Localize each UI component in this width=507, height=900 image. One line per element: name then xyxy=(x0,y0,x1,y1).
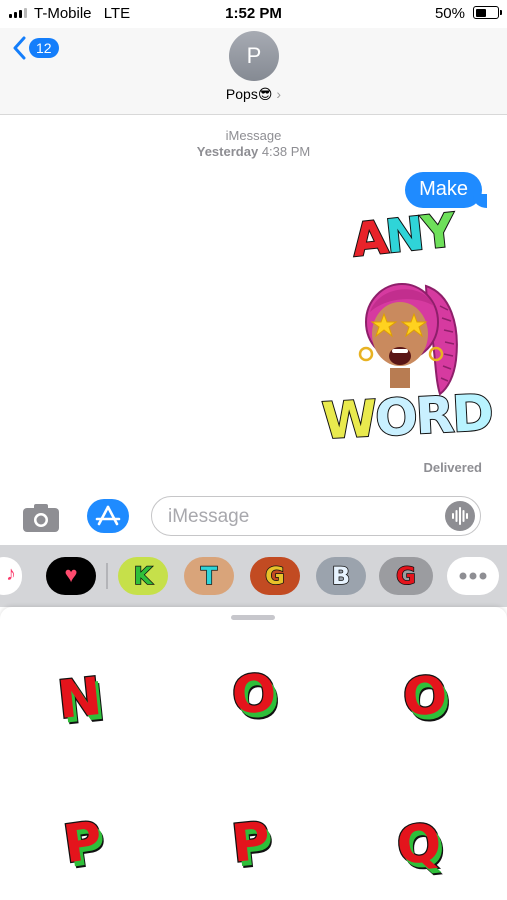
graffiti-letter: R xyxy=(413,385,455,447)
chevron-left-icon xyxy=(13,36,26,60)
message-input-placeholder: iMessage xyxy=(168,506,250,527)
message-input[interactable]: iMessage xyxy=(151,496,481,536)
audio-record-button[interactable] xyxy=(445,501,475,531)
battery-percent: 50% xyxy=(434,5,465,22)
more-apps-button[interactable] xyxy=(447,557,499,595)
waveform-icon xyxy=(452,507,468,525)
back-button[interactable]: 12 xyxy=(12,36,59,60)
date-label: Yesterday xyxy=(196,144,259,159)
sticker-word-text[interactable]: WORD xyxy=(320,383,495,452)
conversation-header: 12 P Pops😎 › xyxy=(0,28,507,115)
contact-name: Pops😎 xyxy=(225,86,273,102)
sticker-pack-b-button[interactable]: B xyxy=(316,557,366,595)
graffiti-letter: Y xyxy=(418,202,457,261)
sticker-pack-selected-button[interactable]: G xyxy=(379,557,433,595)
sticker-item[interactable]: P xyxy=(59,809,108,876)
ellipsis-icon xyxy=(459,572,487,580)
status-time: 1:52 PM xyxy=(225,5,282,22)
sticker-item[interactable]: O xyxy=(400,664,451,729)
chevron-right-icon: › xyxy=(276,86,282,102)
avatar[interactable]: P xyxy=(229,31,279,81)
sticker-pack-k-button[interactable]: K xyxy=(118,557,168,595)
sticker-item[interactable]: Q xyxy=(393,812,446,879)
graffiti-letter: O xyxy=(373,387,418,449)
heart-icon: ♥ xyxy=(64,562,78,587)
app-store-button[interactable] xyxy=(87,499,129,533)
sticker-item[interactable]: P xyxy=(228,810,275,876)
service-label: iMessage xyxy=(225,128,282,143)
sticker-item[interactable]: O xyxy=(229,662,280,727)
status-bar: T-Mobile LTE 1:52 PM 50% xyxy=(0,0,507,28)
message-timestamp: iMessage Yesterday 4:38 PM xyxy=(0,128,507,160)
memoji-sticker[interactable] xyxy=(352,272,472,398)
graffiti-letter: W xyxy=(320,389,378,452)
drawer-grabber[interactable] xyxy=(231,615,275,620)
unread-count-badge: 12 xyxy=(29,38,59,58)
battery-icon xyxy=(473,6,502,19)
graffiti-letter: A xyxy=(348,209,389,268)
music-app-button[interactable]: ♪ xyxy=(0,557,22,595)
music-note-icon: ♪ xyxy=(6,563,16,585)
graffiti-letter: D xyxy=(450,383,494,445)
sticker-drawer: N O O P P Q xyxy=(0,607,507,900)
message-text: Make xyxy=(419,178,468,200)
time-label: 4:38 PM xyxy=(261,144,311,159)
camera-icon[interactable] xyxy=(22,503,60,533)
imessage-app-strip: ♪ ♥ K T G B G xyxy=(0,545,507,607)
app-store-icon xyxy=(95,505,121,526)
sticker-pack-g-button[interactable]: G xyxy=(250,557,300,595)
sticker-item[interactable]: N xyxy=(54,666,106,733)
strip-divider xyxy=(106,563,108,589)
graffiti-letter: N xyxy=(382,205,426,265)
delivery-status: Delivered xyxy=(423,460,482,475)
sticker-any-text[interactable]: ANY xyxy=(348,202,457,268)
contact-name-button[interactable]: Pops😎 › xyxy=(0,86,507,103)
heart-app-button[interactable]: ♥ xyxy=(46,557,96,595)
sticker-pack-t-button[interactable]: T xyxy=(184,557,234,595)
